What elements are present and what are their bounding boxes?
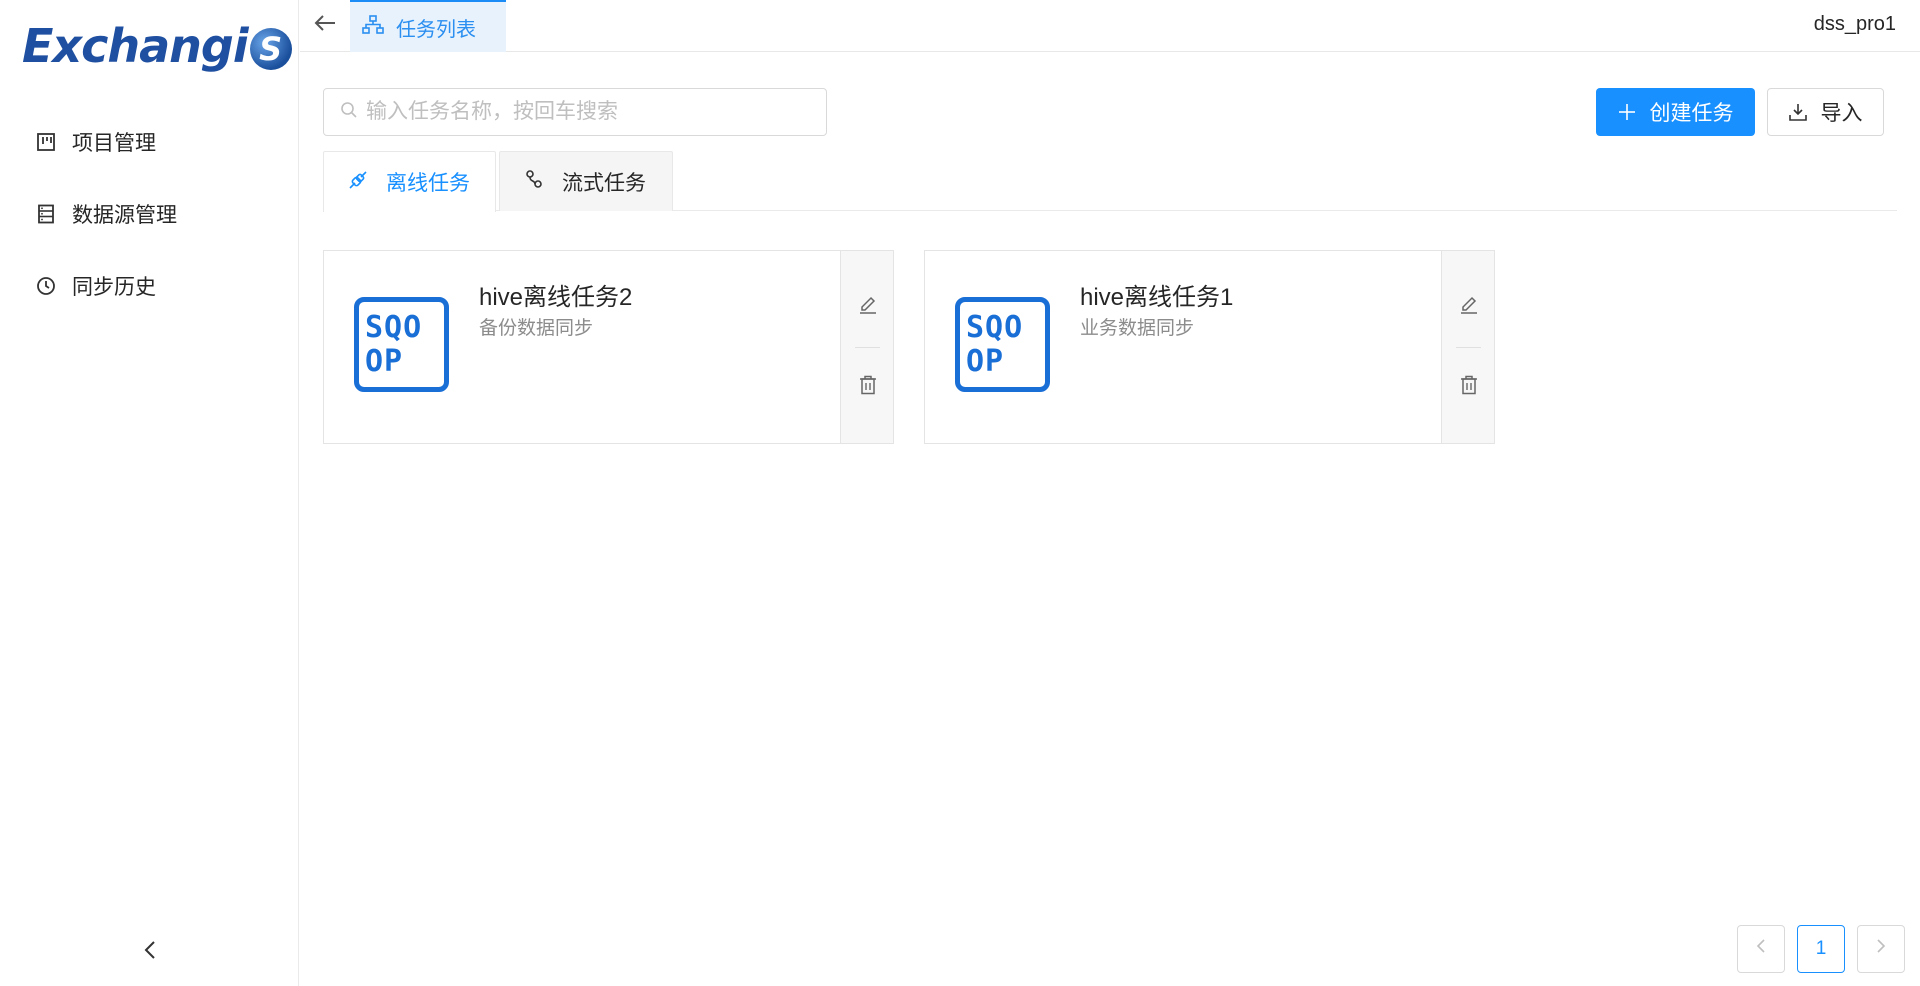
task-card[interactable]: SQO OP hive离线任务1 业务数据同步 bbox=[924, 250, 1495, 444]
plus-icon bbox=[1618, 97, 1636, 128]
collapse-sidebar-button[interactable] bbox=[138, 938, 162, 966]
datasource-icon bbox=[36, 204, 56, 224]
tab-stream[interactable]: 流式任务 bbox=[499, 151, 673, 211]
chevron-left-icon bbox=[143, 939, 157, 966]
task-subtitle: 备份数据同步 bbox=[479, 318, 594, 339]
search-box bbox=[323, 88, 827, 136]
trash-icon bbox=[1460, 375, 1478, 400]
logo-line: SQO bbox=[966, 309, 1024, 345]
tab-offline[interactable]: 离线任务 bbox=[323, 151, 496, 212]
tab-label: 流式任务 bbox=[562, 171, 646, 195]
next-page-button[interactable] bbox=[1857, 925, 1905, 973]
task-subtitle: 业务数据同步 bbox=[1080, 318, 1195, 339]
divider bbox=[855, 347, 880, 348]
import-label: 导入 bbox=[1820, 102, 1863, 125]
prev-page-button[interactable] bbox=[1737, 925, 1785, 973]
sitemap-icon bbox=[362, 14, 384, 40]
sidebar-item-label: 项目管理 bbox=[72, 132, 156, 155]
top-bar: 任务列表 dss_pro1 bbox=[300, 0, 1920, 52]
chevron-right-icon bbox=[1876, 938, 1886, 960]
delete-button[interactable] bbox=[1442, 367, 1495, 407]
logo-line: OP bbox=[966, 343, 1005, 379]
edit-icon bbox=[1459, 295, 1479, 320]
card-actions bbox=[1441, 251, 1494, 443]
download-icon bbox=[1788, 103, 1807, 121]
back-button[interactable] bbox=[310, 10, 340, 40]
task-type-tabs: 离线任务 流式任务 bbox=[323, 151, 1897, 212]
search-input[interactable] bbox=[366, 100, 806, 124]
task-title[interactable]: hive离线任务1 bbox=[1080, 277, 1233, 312]
tab-label: 离线任务 bbox=[386, 172, 470, 195]
node-link-icon bbox=[524, 169, 544, 194]
sqoop-logo: SQO OP bbox=[955, 297, 1050, 392]
sidebar-menu: 项目管理 数据源管理 同步历史 bbox=[0, 106, 298, 322]
create-task-label: 创建任务 bbox=[1649, 102, 1734, 125]
sidebar-item-datasource[interactable]: 数据源管理 bbox=[0, 178, 298, 250]
app-logo[interactable]: Exchangi S bbox=[22, 16, 292, 76]
trash-icon bbox=[859, 375, 877, 400]
sidebar-item-history[interactable]: 同步历史 bbox=[0, 250, 298, 322]
sqoop-logo: SQO OP bbox=[354, 297, 449, 392]
link-icon bbox=[348, 170, 368, 195]
sidebar: Exchangi S 项目管理 数据源管理 同步历史 bbox=[0, 0, 299, 986]
user-name[interactable]: dss_pro1 bbox=[1814, 13, 1896, 36]
page-1-button[interactable]: 1 bbox=[1797, 925, 1845, 973]
card-actions bbox=[840, 251, 893, 443]
arrow-left-icon bbox=[314, 14, 336, 37]
chevron-left-icon bbox=[1756, 938, 1766, 960]
import-button[interactable]: 导入 bbox=[1767, 88, 1884, 136]
edit-button[interactable] bbox=[841, 287, 894, 327]
logo-line: SQO bbox=[365, 309, 423, 345]
edit-button[interactable] bbox=[1442, 287, 1495, 327]
tab-task-list[interactable]: 任务列表 bbox=[350, 0, 506, 52]
tab-label: 任务列表 bbox=[396, 18, 476, 41]
edit-icon bbox=[858, 295, 878, 320]
logo-line: OP bbox=[365, 343, 404, 379]
task-title[interactable]: hive离线任务2 bbox=[479, 277, 632, 312]
sidebar-item-label: 数据源管理 bbox=[72, 204, 177, 227]
delete-button[interactable] bbox=[841, 367, 894, 407]
divider bbox=[1456, 347, 1481, 348]
search-icon bbox=[340, 101, 358, 124]
sidebar-item-project[interactable]: 项目管理 bbox=[0, 106, 298, 178]
project-icon bbox=[36, 132, 56, 152]
history-icon bbox=[36, 276, 56, 296]
logo-text: Exchangi bbox=[22, 19, 249, 73]
task-card[interactable]: SQO OP hive离线任务2 备份数据同步 bbox=[323, 250, 894, 444]
create-task-button[interactable]: 创建任务 bbox=[1596, 88, 1755, 136]
sidebar-item-label: 同步历史 bbox=[72, 276, 156, 299]
logo-badge: S bbox=[249, 28, 292, 70]
